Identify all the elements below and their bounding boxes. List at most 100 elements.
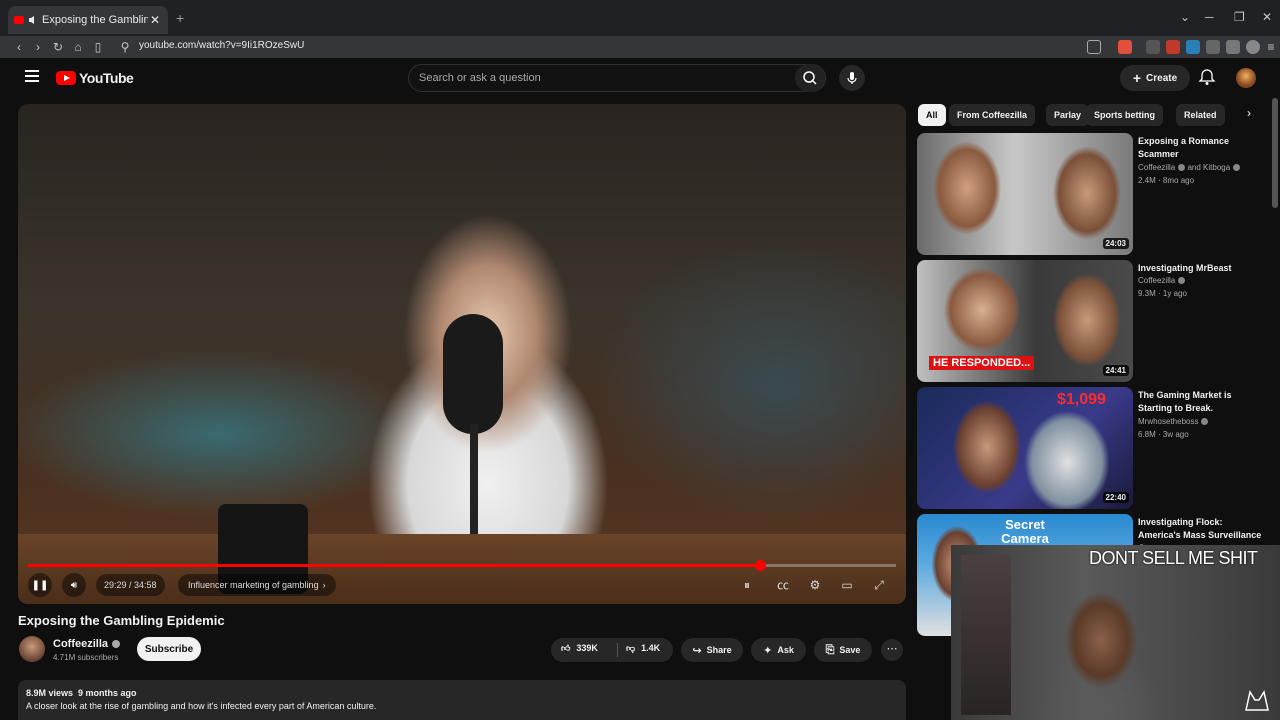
- window-close-icon[interactable]: ✕: [1262, 10, 1272, 24]
- channel-avatar[interactable]: [19, 636, 45, 662]
- hamburger-menu-icon[interactable]: [25, 70, 39, 82]
- description-box[interactable]: 8.9M views 9 months ago A closer look at…: [18, 680, 906, 720]
- verified-badge-icon: [1178, 164, 1186, 172]
- audio-playing-icon[interactable]: [28, 15, 38, 25]
- extension-icon[interactable]: [1146, 40, 1160, 54]
- search-box: [408, 64, 826, 92]
- share-button[interactable]: ↪ Share: [681, 638, 743, 662]
- dislike-button[interactable]: 👎︎ 1.4K: [626, 643, 660, 654]
- media-icon[interactable]: [1226, 40, 1240, 54]
- upload-age: 9 months ago: [78, 688, 137, 698]
- stream-overlay-caption: DONT SELL ME SHIT: [1089, 548, 1258, 568]
- page-scrollbar[interactable]: [1272, 98, 1278, 208]
- recommendation-meta: 2.4M · 8mo ago: [1138, 176, 1195, 185]
- youtube-logo[interactable]: YouTube: [56, 70, 134, 86]
- recommendation-item[interactable]: 24:03 Exposing a Romance Scammer Coffeez…: [917, 133, 1267, 255]
- chapter-title: Influencer marketing of gambling: [188, 580, 319, 590]
- maximize-icon[interactable]: ❐: [1234, 10, 1245, 24]
- site-info-icon[interactable]: ⚲: [118, 40, 132, 54]
- tab-search-icon[interactable]: ⌄: [1180, 10, 1190, 24]
- duration-badge: 24:41: [1102, 365, 1129, 376]
- voice-search-button[interactable]: [839, 65, 865, 91]
- fullscreen-icon[interactable]: ⤢: [870, 576, 888, 594]
- youtube-header: YouTube: [0, 58, 1280, 98]
- chip-all[interactable]: All: [918, 104, 946, 126]
- extension-icon[interactable]: [1186, 40, 1200, 54]
- cat-logo-icon: [1245, 690, 1269, 711]
- logo-text: YouTube: [79, 70, 134, 86]
- chip-related[interactable]: Related: [1176, 104, 1225, 126]
- view-count: 8.9M views: [26, 688, 74, 698]
- like-count: 339K: [576, 643, 598, 653]
- pause-button[interactable]: ❚❚: [28, 573, 52, 597]
- share-icon: ↪: [692, 644, 702, 657]
- video-frame-microphone: [443, 314, 503, 434]
- bookmark-icon[interactable]: ▯: [91, 40, 105, 54]
- forward-icon[interactable]: ›: [31, 40, 45, 54]
- ask-button[interactable]: ✦ Ask: [751, 638, 806, 662]
- browser-tab[interactable]: Exposing the Gambling Epide ✕: [8, 6, 168, 34]
- share-label: Share: [706, 645, 732, 655]
- profile-icon[interactable]: [1246, 40, 1260, 54]
- youtube-play-icon: [56, 71, 76, 85]
- save-label: Save: [839, 645, 861, 655]
- recommendation-meta: 9.3M · 1y ago: [1138, 289, 1187, 298]
- search-button[interactable]: [795, 64, 825, 92]
- ask-label: Ask: [777, 645, 794, 655]
- description-text: A closer look at the rise of gambling an…: [26, 701, 377, 711]
- progress-played: [28, 564, 760, 567]
- chip-from-coffeezilla[interactable]: From Coffeezilla: [949, 104, 1036, 126]
- plus-icon: +: [1132, 70, 1142, 86]
- search-input[interactable]: [409, 65, 789, 91]
- brave-shield-icon[interactable]: [1118, 40, 1132, 54]
- tab-close-icon[interactable]: ✕: [148, 13, 162, 27]
- minimize-icon[interactable]: ─: [1205, 10, 1214, 24]
- sparkle-icon: ✦: [763, 644, 773, 657]
- extension-icon[interactable]: [1166, 40, 1180, 54]
- channel-name[interactable]: Coffeezilla: [53, 638, 121, 650]
- recommendation-item[interactable]: $1,099 22:40 The Gaming Market is Starti…: [917, 387, 1267, 509]
- chip-parlay[interactable]: Parlay: [1046, 104, 1090, 126]
- reload-icon[interactable]: ↻: [51, 40, 65, 54]
- new-tab-button[interactable]: +: [176, 10, 184, 26]
- url-field[interactable]: youtube.com/watch?v=9Ii1ROzeSwU: [139, 40, 304, 51]
- thumbs-up-icon: 👍︎: [561, 643, 571, 653]
- puzzle-icon[interactable]: [1206, 40, 1220, 54]
- scrubber-handle[interactable]: [754, 560, 766, 571]
- thumbs-down-icon: 👎︎: [626, 643, 636, 653]
- settings-gear-icon[interactable]: ⚙: [806, 576, 824, 594]
- create-button[interactable]: + Create: [1120, 65, 1190, 91]
- home-icon[interactable]: ⌂: [71, 40, 85, 54]
- back-icon[interactable]: ‹: [12, 40, 26, 54]
- chevron-right-icon: ›: [322, 580, 326, 590]
- video-thumbnail[interactable]: $1,099 22:40: [917, 387, 1133, 509]
- chip-sports-betting[interactable]: Sports betting: [1086, 104, 1163, 126]
- save-button[interactable]: ⎘ Save: [814, 638, 872, 662]
- more-actions-icon[interactable]: ⋯: [881, 639, 903, 661]
- theater-mode-icon[interactable]: ▭: [838, 576, 856, 594]
- video-thumbnail[interactable]: 24:03: [917, 133, 1133, 255]
- thumbnail-caption: HE RESPONDED...: [929, 356, 1035, 370]
- captions-icon[interactable]: ㏄: [774, 576, 792, 594]
- create-label: Create: [1146, 72, 1178, 84]
- chevron-right-icon[interactable]: ›: [1240, 106, 1258, 124]
- cast-icon[interactable]: [1087, 40, 1101, 54]
- recommendation-item[interactable]: HE RESPONDED... 24:41 Investigating MrBe…: [917, 260, 1267, 382]
- chapter-button[interactable]: Influencer marketing of gambling ›: [178, 574, 336, 596]
- dislike-count: 1.4K: [641, 643, 661, 653]
- autoplay-toggle-icon[interactable]: ⏸: [738, 576, 756, 594]
- subscribe-button[interactable]: Subscribe: [137, 637, 201, 661]
- progress-bar[interactable]: [28, 560, 896, 571]
- volume-button[interactable]: 🔊︎: [62, 573, 86, 597]
- video-thumbnail[interactable]: HE RESPONDED... 24:41: [917, 260, 1133, 382]
- duration-badge: 24:03: [1102, 238, 1129, 249]
- thumbnail-caption: Secret Camera: [1001, 517, 1049, 546]
- menu-icon[interactable]: ≡: [1264, 40, 1278, 54]
- webcam-shelf: [961, 555, 1011, 715]
- like-button[interactable]: 👍︎ 339K: [561, 643, 598, 654]
- subscriber-count: 4.71M subscribers: [53, 653, 119, 662]
- user-avatar[interactable]: [1236, 68, 1256, 88]
- video-player[interactable]: ❚❚ 🔊︎ 29:29 / 34:58 Influencer marketing…: [18, 104, 906, 604]
- notifications-bell-icon[interactable]: [1198, 68, 1216, 86]
- time-display: 29:29 / 34:58: [96, 574, 165, 596]
